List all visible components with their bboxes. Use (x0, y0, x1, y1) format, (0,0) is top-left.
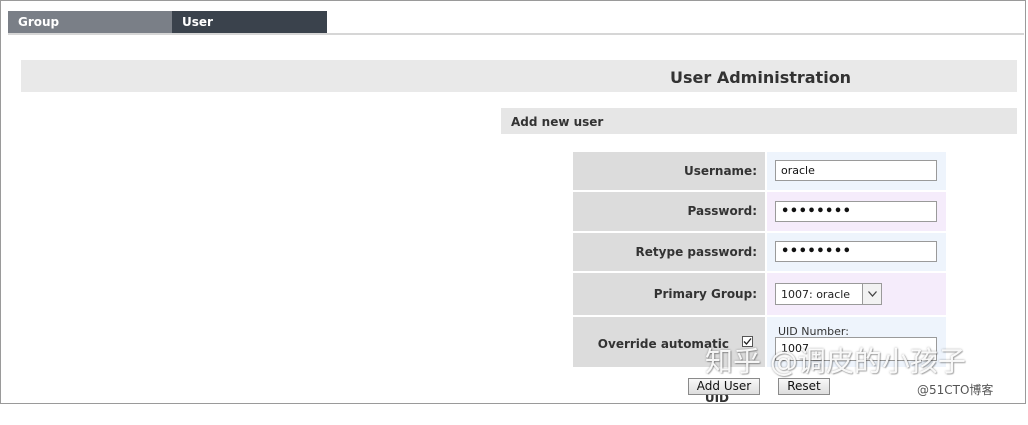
tab-group-administration[interactable]: Group Administration (8, 11, 172, 51)
primary-group-label: Primary Group: (573, 273, 765, 315)
reset-button[interactable]: Reset (778, 378, 830, 395)
retype-password-row: Retype password: •••••••• (573, 233, 946, 271)
chevron-down-icon[interactable] (862, 284, 881, 304)
corner-watermark: @51CTO博客 (917, 383, 994, 397)
primary-group-row: Primary Group: 1007: oracle (573, 273, 946, 315)
username-cell: oracle (767, 152, 946, 190)
tab-bar: Group Administration User Administration (8, 11, 327, 51)
page-header-band (21, 60, 1017, 92)
password-input[interactable]: •••••••• (775, 201, 937, 222)
password-label: Password: (573, 192, 765, 231)
add-user-button[interactable]: Add User (688, 378, 760, 395)
username-input[interactable]: oracle (775, 160, 937, 181)
tab-divider (8, 33, 1024, 35)
password-cell: •••••••• (767, 192, 946, 231)
username-label: Username: (573, 152, 765, 190)
retype-password-label: Retype password: (573, 233, 765, 271)
watermark-text: 知乎 @调皮的小孩子 (705, 345, 966, 378)
tab-user-administration[interactable]: User Administration (172, 11, 327, 51)
retype-password-cell: •••••••• (767, 233, 946, 271)
page-title: User Administration (670, 68, 852, 87)
primary-group-selected: 1007: oracle (781, 288, 851, 301)
retype-password-input[interactable]: •••••••• (775, 241, 937, 262)
username-row: Username: oracle (573, 152, 946, 190)
primary-group-cell: 1007: oracle (767, 273, 946, 315)
password-row: Password: •••••••• (573, 192, 946, 231)
primary-group-select[interactable]: 1007: oracle (775, 283, 882, 305)
section-title: Add new user (511, 115, 604, 129)
